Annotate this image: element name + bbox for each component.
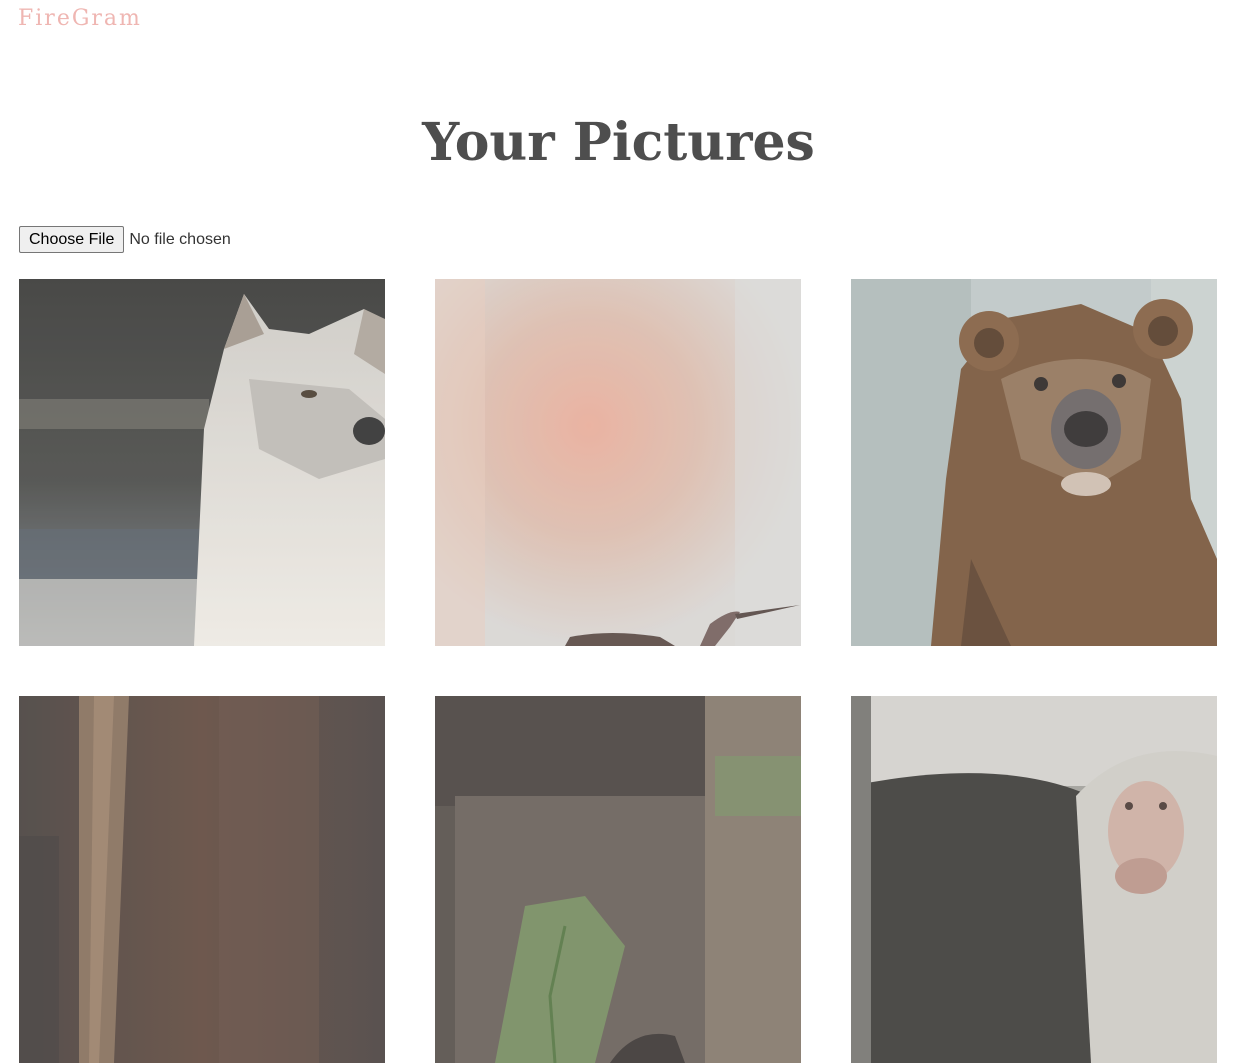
file-status-text: No file chosen — [129, 230, 231, 248]
image-tile-hummingbird[interactable] — [435, 279, 801, 646]
horse-photo — [19, 696, 385, 1063]
image-tile-bear[interactable] — [851, 279, 1217, 646]
image-tile-horse[interactable] — [19, 696, 385, 1063]
wolf-photo — [19, 279, 385, 646]
baboon-photo — [851, 696, 1217, 1063]
choose-file-button[interactable]: Choose File — [19, 226, 125, 253]
image-tile-forest-animal[interactable] — [435, 696, 801, 1063]
page-title: Your Pictures — [422, 112, 815, 173]
forest-animal-photo — [435, 696, 801, 1063]
image-tile-wolf[interactable] — [19, 279, 385, 646]
upload-form: Choose File No file chosen — [19, 226, 231, 253]
hummingbird-photo — [435, 279, 801, 646]
image-tile-baboon[interactable] — [851, 696, 1217, 1063]
bear-photo — [851, 279, 1217, 646]
image-grid — [19, 279, 1217, 1063]
app-logo[interactable]: FireGram — [18, 6, 142, 31]
